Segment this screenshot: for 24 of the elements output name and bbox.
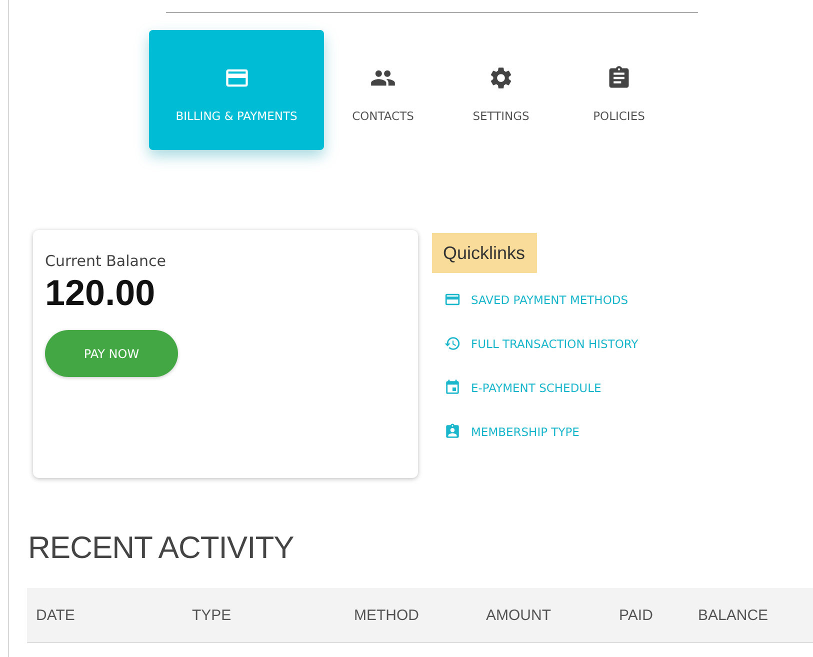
section-heading: RECENT ACTIVITY	[28, 530, 295, 566]
quick-link[interactable]: MEMBERSHIP TYPE	[471, 424, 580, 438]
balance-label: Current Balance	[45, 252, 166, 270]
settings-icon	[488, 65, 514, 91]
pay-now-button[interactable]: PAY NOW	[45, 330, 178, 377]
column-header: PAID	[619, 606, 654, 624]
column-header: TYPE	[192, 606, 232, 624]
nav-tab[interactable]: POLICIES	[560, 30, 678, 150]
balance-amount: 120.00	[45, 272, 156, 314]
column-header: METHOD	[354, 606, 420, 624]
quick-link[interactable]: SAVED PAYMENT METHODS	[471, 292, 628, 306]
column-header: AMOUNT	[486, 606, 552, 624]
contact-badge-icon	[444, 423, 461, 440]
column-header: BALANCE	[698, 606, 770, 624]
calendar-icon	[444, 379, 461, 396]
nav-tab[interactable]: BILLING & PAYMENTS	[149, 30, 324, 150]
credit-card-icon	[444, 291, 461, 308]
column-header: DATE	[36, 606, 76, 624]
quicklinks-title: Quicklinks	[432, 233, 538, 273]
nav-tab[interactable]: SETTINGS	[442, 30, 560, 150]
quick-link[interactable]: E-PAYMENT SCHEDULE	[471, 380, 602, 394]
history-icon	[444, 335, 461, 352]
quick-link[interactable]: FULL TRANSACTION HISTORY	[471, 336, 638, 350]
nav-tab[interactable]: CONTACTS	[324, 30, 442, 150]
